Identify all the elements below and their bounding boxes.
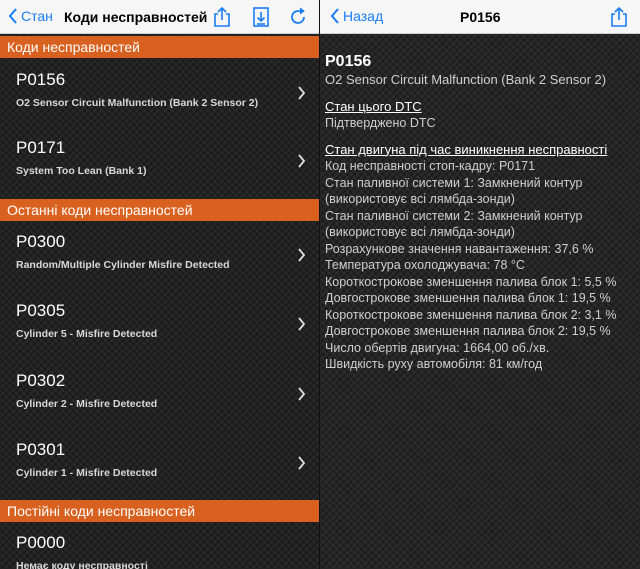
list-item[interactable]: P0302 Cylinder 2 - Misfire Detected	[0, 361, 320, 430]
dtc-detail-content: P0156 O2 Sensor Circuit Malfunction (Ban…	[325, 52, 637, 373]
chevron-right-icon	[298, 154, 306, 168]
dtc-code: P0300	[16, 232, 66, 251]
list-item[interactable]: P0300 Random/Multiple Cylinder Misfire D…	[0, 222, 320, 291]
dtc-code: P0301	[16, 440, 66, 459]
freeze-frame-line: Довгострокове зменшення палива блок 2: 1…	[325, 324, 611, 338]
freeze-frame-line: Код несправності стоп-кадру: P0171	[325, 159, 536, 173]
chevron-right-icon	[298, 387, 306, 401]
dtc-code: P0305	[16, 301, 66, 320]
list-item[interactable]: P0171 System Too Lean (Bank 1)	[0, 128, 320, 197]
detail-code: P0156	[325, 53, 372, 70]
dtc-description: Cylinder 5 - Misfire Detected	[16, 328, 158, 340]
list-item[interactable]: P0305 Cylinder 5 - Misfire Detected	[0, 291, 320, 360]
detail-title: P0156	[460, 9, 501, 25]
share-icon[interactable]	[211, 6, 233, 28]
dtc-status-heading: Стан цього DTC	[325, 98, 422, 114]
share-icon[interactable]	[608, 6, 630, 28]
chevron-left-icon	[330, 8, 339, 24]
section-header-permanent-codes: Постійні коди несправностей	[0, 500, 320, 522]
list-item[interactable]: P0000 Немає коду несправності	[0, 523, 320, 569]
back-button-status[interactable]: Стан	[8, 8, 53, 24]
save-icon[interactable]	[250, 6, 272, 28]
freeze-frame-line: Короткострокове зменшення палива блок 1:…	[325, 274, 617, 289]
freeze-frame-line: Швидкість руху автомобіля: 81 км/год	[325, 357, 543, 371]
dtc-description: Cylinder 2 - Misfire Detected	[16, 398, 158, 410]
dtc-list-pane: Стан Коди несправностей Коди несправност…	[0, 0, 320, 569]
back-button[interactable]: Назад	[330, 8, 383, 24]
detail-description: O2 Sensor Circuit Malfunction (Bank 2 Se…	[325, 72, 607, 87]
right-navbar: Назад P0156	[320, 0, 640, 34]
back-label: Назад	[343, 8, 384, 24]
freeze-frame-line: Число обертів двигуна: 1664,00 об./хв.	[325, 340, 550, 355]
freeze-frame-line: Короткострокове зменшення палива блок 2:…	[325, 307, 617, 322]
freeze-frame-line: Стан паливної системи 2: Замкнений конту…	[325, 208, 583, 240]
dtc-description: Random/Multiple Cylinder Misfire Detecte…	[16, 259, 230, 271]
section-header-current-codes: Коди несправностей	[0, 36, 320, 58]
chevron-left-icon	[8, 8, 17, 24]
dtc-description: Немає коду несправності	[16, 560, 148, 569]
chevron-right-icon	[298, 456, 306, 470]
section-header-recent-codes: Останні коди несправностей	[0, 199, 320, 221]
dtc-description: System Too Lean (Bank 1)	[16, 165, 147, 177]
list-item[interactable]: P0156 O2 Sensor Circuit Malfunction (Ban…	[0, 60, 320, 129]
freeze-frame-line: Стан паливної системи 1: Замкнений конту…	[325, 175, 583, 207]
dtc-code: P0156	[16, 70, 66, 89]
dtc-code: P0171	[16, 138, 66, 157]
dtc-code: P0000	[16, 533, 66, 552]
dtc-code: P0302	[16, 371, 66, 390]
freeze-frame-line: Температура охолоджувача: 78 °C	[325, 258, 525, 272]
freeze-frame-line: Розрахункове значення навантаження: 37,6…	[325, 241, 594, 256]
chevron-right-icon	[298, 317, 306, 331]
dtc-description: O2 Sensor Circuit Malfunction (Bank 2 Se…	[16, 97, 259, 109]
chevron-right-icon	[298, 86, 306, 100]
list-item[interactable]: P0301 Cylinder 1 - Misfire Detected	[0, 430, 320, 499]
left-navbar: Стан Коди несправностей	[0, 0, 320, 34]
chevron-right-icon	[298, 248, 306, 262]
dtc-status-value: Підтверджено DTC	[325, 116, 436, 130]
dtc-description: Cylinder 1 - Misfire Detected	[16, 467, 158, 479]
refresh-icon[interactable]	[287, 6, 309, 28]
back-label: Стан	[21, 8, 53, 24]
freeze-frame-heading: Стан двигуна під час виникнення несправн…	[325, 141, 608, 157]
freeze-frame-line: Довгострокове зменшення палива блок 1: 1…	[325, 291, 611, 305]
page-title: Коди несправностей	[64, 9, 208, 25]
